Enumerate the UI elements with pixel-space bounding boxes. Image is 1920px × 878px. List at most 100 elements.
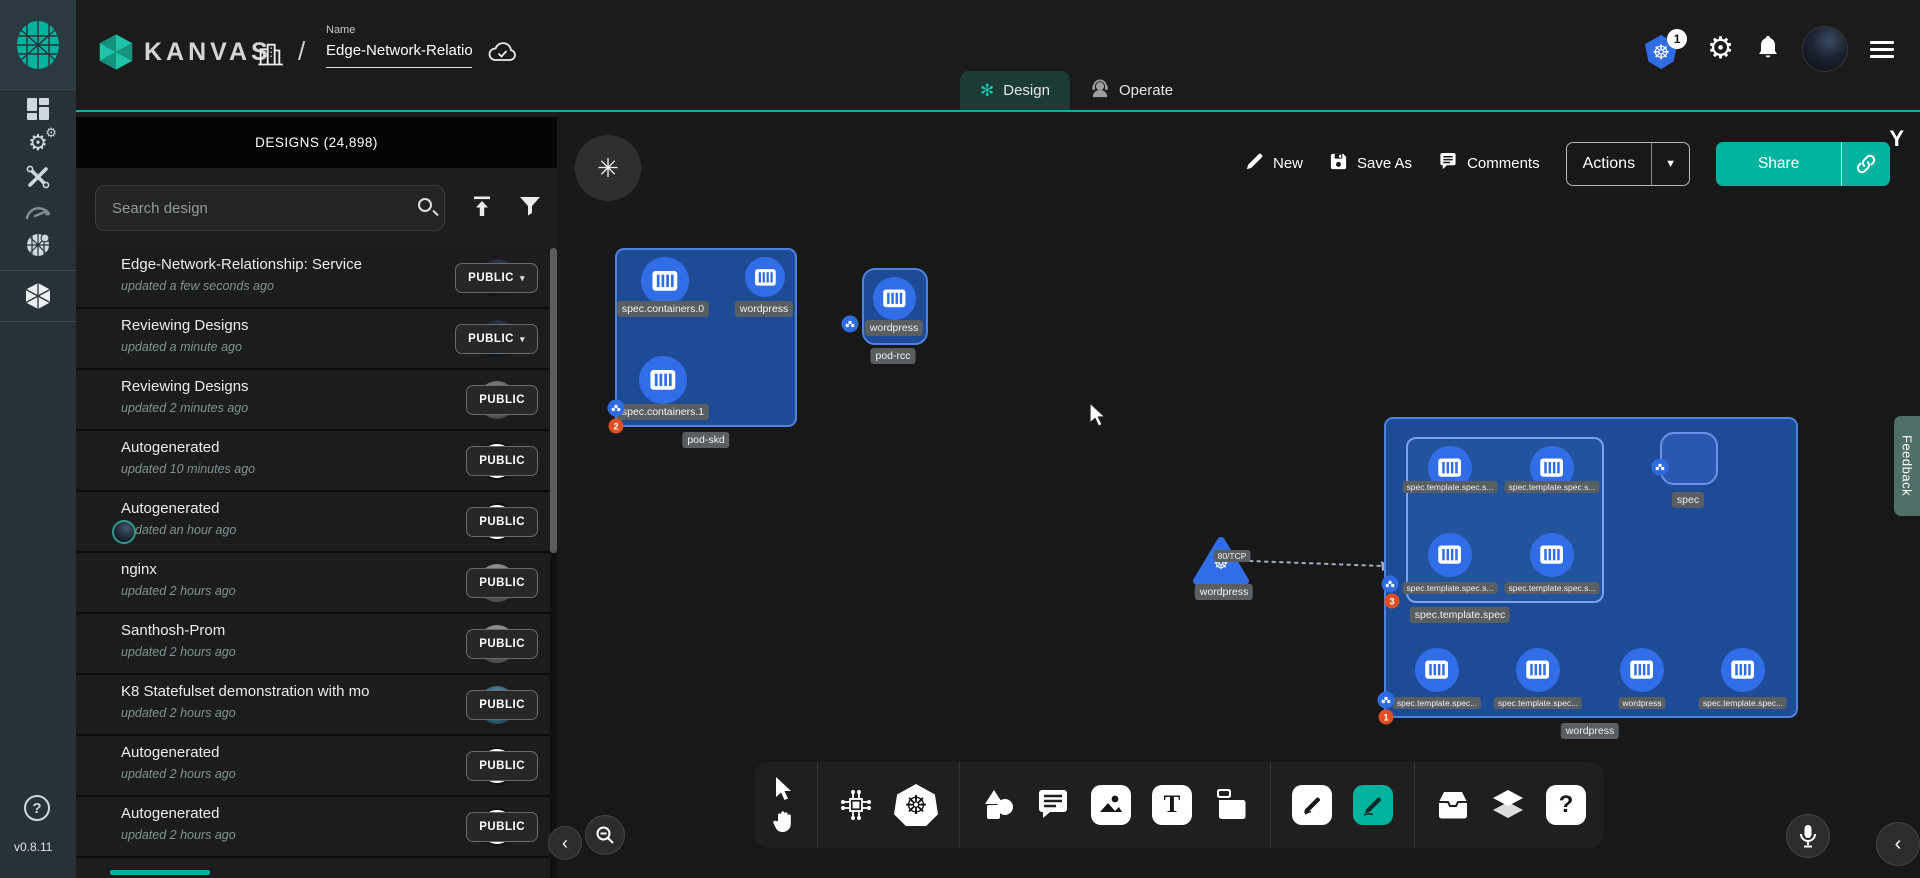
notifications-bell-icon[interactable] [1756, 34, 1780, 65]
feedback-tab[interactable]: Feedback [1894, 416, 1920, 516]
container-node[interactable] [1428, 533, 1472, 577]
text-tool-icon[interactable]: T [1152, 785, 1192, 825]
tab-operate[interactable]: Operate [1070, 71, 1193, 110]
error-count-badge[interactable]: 3 [1385, 594, 1400, 609]
design-list-item[interactable]: Autogenerated updated 2 hours ago ☺ PUBL… [76, 736, 551, 797]
node-label: wordpress [865, 320, 923, 336]
new-button[interactable]: New [1245, 152, 1303, 176]
comment-tool-icon[interactable] [1036, 789, 1070, 821]
design-list-item[interactable]: Edge-Network-Relationship: Service updat… [76, 248, 551, 309]
pod-status-badge[interactable] [1378, 692, 1395, 709]
filter-icon[interactable] [519, 196, 541, 221]
save-as-label: Save As [1357, 155, 1412, 172]
design-list-item[interactable]: Santhosh-Prom updated 2 hours ago PUBLIC [76, 614, 551, 675]
design-list-item[interactable]: Autogenerated updated 10 minutes ago ☺ P… [76, 431, 551, 492]
shapes-tool-icon[interactable] [981, 788, 1015, 822]
container-node[interactable] [1721, 648, 1765, 692]
pan-tool-hand-icon[interactable] [772, 809, 796, 835]
pod-status-badge[interactable] [1652, 459, 1669, 476]
nav-extensions[interactable] [0, 228, 76, 262]
sketch-tool-icon-active[interactable] [1353, 785, 1393, 825]
voice-chat-mic-button[interactable] [1786, 814, 1830, 858]
note-tool-icon[interactable] [1213, 788, 1249, 822]
pod-status-badge[interactable] [608, 400, 625, 417]
spec-node[interactable] [1660, 432, 1718, 485]
nav-lifecycle[interactable]: ⚙⚙ [0, 126, 76, 160]
share-split-button[interactable]: Share [1716, 142, 1890, 186]
collapse-right-chevron-button[interactable]: ‹ [1876, 822, 1920, 866]
container-node[interactable] [1530, 533, 1574, 577]
container-node[interactable] [1415, 648, 1459, 692]
pen-tool-icon[interactable] [1292, 785, 1332, 825]
zoom-out-button[interactable] [585, 815, 625, 855]
versions-y-icon[interactable]: Y [1889, 126, 1904, 152]
design-list-item[interactable]: Reviewing Designs updated 2 minutes ago … [76, 370, 551, 431]
container-node[interactable] [1516, 648, 1560, 692]
help-tool-icon[interactable]: ? [1546, 785, 1586, 825]
visibility-badge[interactable]: PUBLIC [466, 690, 538, 720]
pod-status-badge[interactable] [842, 316, 859, 333]
nav-dashboard[interactable] [0, 92, 76, 126]
container-node[interactable] [1620, 648, 1664, 692]
container-node[interactable] [745, 257, 785, 297]
node-label: spec.template.spec... [1494, 697, 1582, 709]
save-as-button[interactable]: Save As [1329, 152, 1412, 176]
select-tool-pointer-icon[interactable] [772, 776, 796, 802]
drawer-tool-icon[interactable] [1436, 790, 1470, 820]
visibility-badge[interactable]: PUBLIC [466, 629, 538, 659]
list-scrollbar[interactable] [550, 248, 557, 878]
design-title: Autogenerated [121, 744, 219, 761]
service-edge[interactable] [1246, 545, 1396, 579]
search-input[interactable] [96, 200, 444, 217]
container-node[interactable] [873, 277, 916, 320]
media-tool-icon[interactable] [1091, 785, 1131, 825]
kubernetes-tool-icon[interactable]: ☸ [894, 784, 938, 826]
nav-kanvas[interactable] [0, 279, 76, 313]
collapse-panel-chevron-button[interactable]: ‹ [548, 826, 582, 860]
import-design-icon[interactable] [471, 195, 493, 222]
visibility-badge[interactable]: PUBLIC [466, 446, 538, 476]
error-count-badge[interactable]: 2 [609, 419, 624, 434]
visibility-badge[interactable]: PUBLIC [466, 812, 538, 842]
meshery-logo[interactable] [0, 0, 76, 90]
visibility-select[interactable]: PUBLIC▾ [455, 263, 538, 293]
pod-status-badge[interactable] [1382, 576, 1399, 593]
design-list-item[interactable]: nginx updated 2 hours ago PUBLIC [76, 553, 551, 614]
canvas-app-badge[interactable]: ✳ [575, 135, 641, 201]
visibility-badge[interactable]: PUBLIC [466, 507, 538, 537]
menu-hamburger-icon[interactable] [1870, 41, 1894, 58]
comments-button[interactable]: Comments [1438, 152, 1540, 176]
tab-operate-label: Operate [1119, 82, 1173, 99]
container-node[interactable] [641, 257, 689, 305]
nav-performance[interactable] [0, 194, 76, 228]
design-list-item[interactable]: Reviewing Designs updated a minute ago P… [76, 309, 551, 370]
visibility-badge[interactable]: PUBLIC [466, 385, 538, 415]
actions-caret-icon[interactable]: ▼ [1652, 158, 1689, 170]
user-avatar[interactable] [1802, 26, 1848, 72]
copy-link-icon[interactable] [1842, 153, 1890, 175]
design-list-item[interactable]: K8 Statefulset demonstration with mo upd… [76, 675, 551, 736]
nav-configuration[interactable] [0, 160, 76, 194]
container-node[interactable] [639, 356, 687, 404]
help-button[interactable]: ? [24, 795, 50, 821]
design-list-item[interactable]: Autogenerated updated 2 hours ago ☺ PUBL… [76, 797, 551, 858]
actions-split-button[interactable]: Actions ▼ [1566, 142, 1690, 186]
error-count-badge[interactable]: 1 [1379, 710, 1394, 725]
visibility-select[interactable]: PUBLIC▾ [455, 324, 538, 354]
visibility-badge[interactable]: PUBLIC [466, 568, 538, 598]
design-name-input[interactable]: Edge-Network-Relatio [326, 42, 472, 68]
design-name-field: Name Edge-Network-Relatio [326, 24, 472, 68]
design-list-item[interactable]: Autogenerated updated an hour ago ☺ PUBL… [76, 492, 551, 553]
layers-tool-icon[interactable] [1491, 789, 1525, 821]
design-title: Reviewing Designs [121, 378, 249, 395]
kubernetes-context-switcher[interactable]: ☸ 1 [1643, 29, 1685, 69]
components-tool-icon[interactable] [839, 788, 873, 822]
toolbar-divider [817, 762, 818, 848]
tab-design[interactable]: ✻ Design [960, 71, 1070, 110]
settings-gear-icon[interactable]: ⚙ [1707, 34, 1734, 64]
visibility-badge[interactable]: PUBLIC [466, 751, 538, 781]
tab-design-label: Design [1003, 82, 1050, 99]
organization-icon[interactable] [256, 40, 284, 73]
toolbar-divider [959, 762, 960, 848]
scrollbar-thumb[interactable] [550, 248, 557, 553]
